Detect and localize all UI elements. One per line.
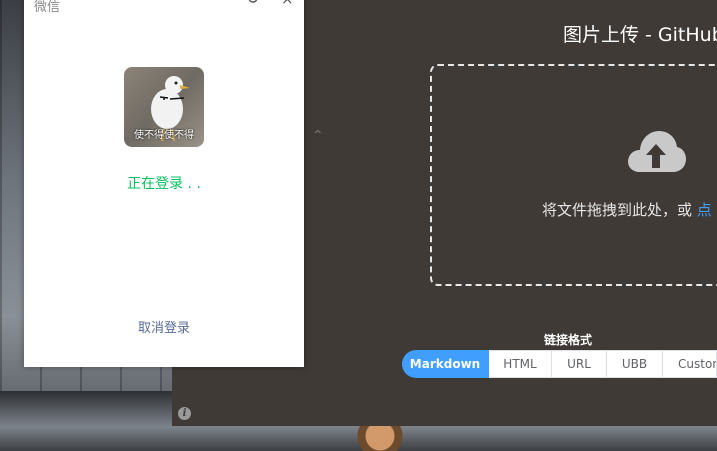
- close-icon[interactable]: ×: [281, 0, 294, 8]
- settings-icon[interactable]: [247, 0, 259, 4]
- wechat-window-title: 微信: [34, 0, 61, 15]
- upload-dropzone[interactable]: [430, 64, 717, 286]
- cloud-upload-icon: [628, 131, 686, 172]
- dropzone-click-link[interactable]: 点: [697, 201, 712, 219]
- login-status: 正在登录 . .: [127, 176, 201, 192]
- cancel-login-button[interactable]: 取消登录: [24, 317, 304, 336]
- chevron-up-icon[interactable]: ⌃: [312, 128, 324, 144]
- dropzone-hint: 将文件拖拽到此处，或 点: [542, 199, 712, 220]
- info-icon[interactable]: i: [178, 407, 191, 420]
- link-format-radio-group: Markdown HTML URL UBB Custom: [402, 350, 717, 378]
- avatar: 使不得使不得: [124, 67, 204, 147]
- format-custom-button[interactable]: Custom: [663, 350, 717, 378]
- format-markdown-button[interactable]: Markdown: [402, 350, 489, 378]
- format-url-button[interactable]: URL: [552, 350, 607, 378]
- wechat-login-window: 微信 × 使不得使不得 正在登录 . . 取消登录: [24, 0, 304, 367]
- upload-page-title: 图片上传 - GitHub: [563, 24, 717, 46]
- avatar-caption: 使不得使不得: [134, 130, 194, 141]
- format-html-button[interactable]: HTML: [489, 350, 552, 378]
- format-ubb-button[interactable]: UBB: [607, 350, 663, 378]
- dropzone-hint-text: 将文件拖拽到此处，或: [542, 201, 697, 219]
- link-format-label: 链接格式: [544, 333, 593, 347]
- wallpaper-person: [350, 426, 410, 451]
